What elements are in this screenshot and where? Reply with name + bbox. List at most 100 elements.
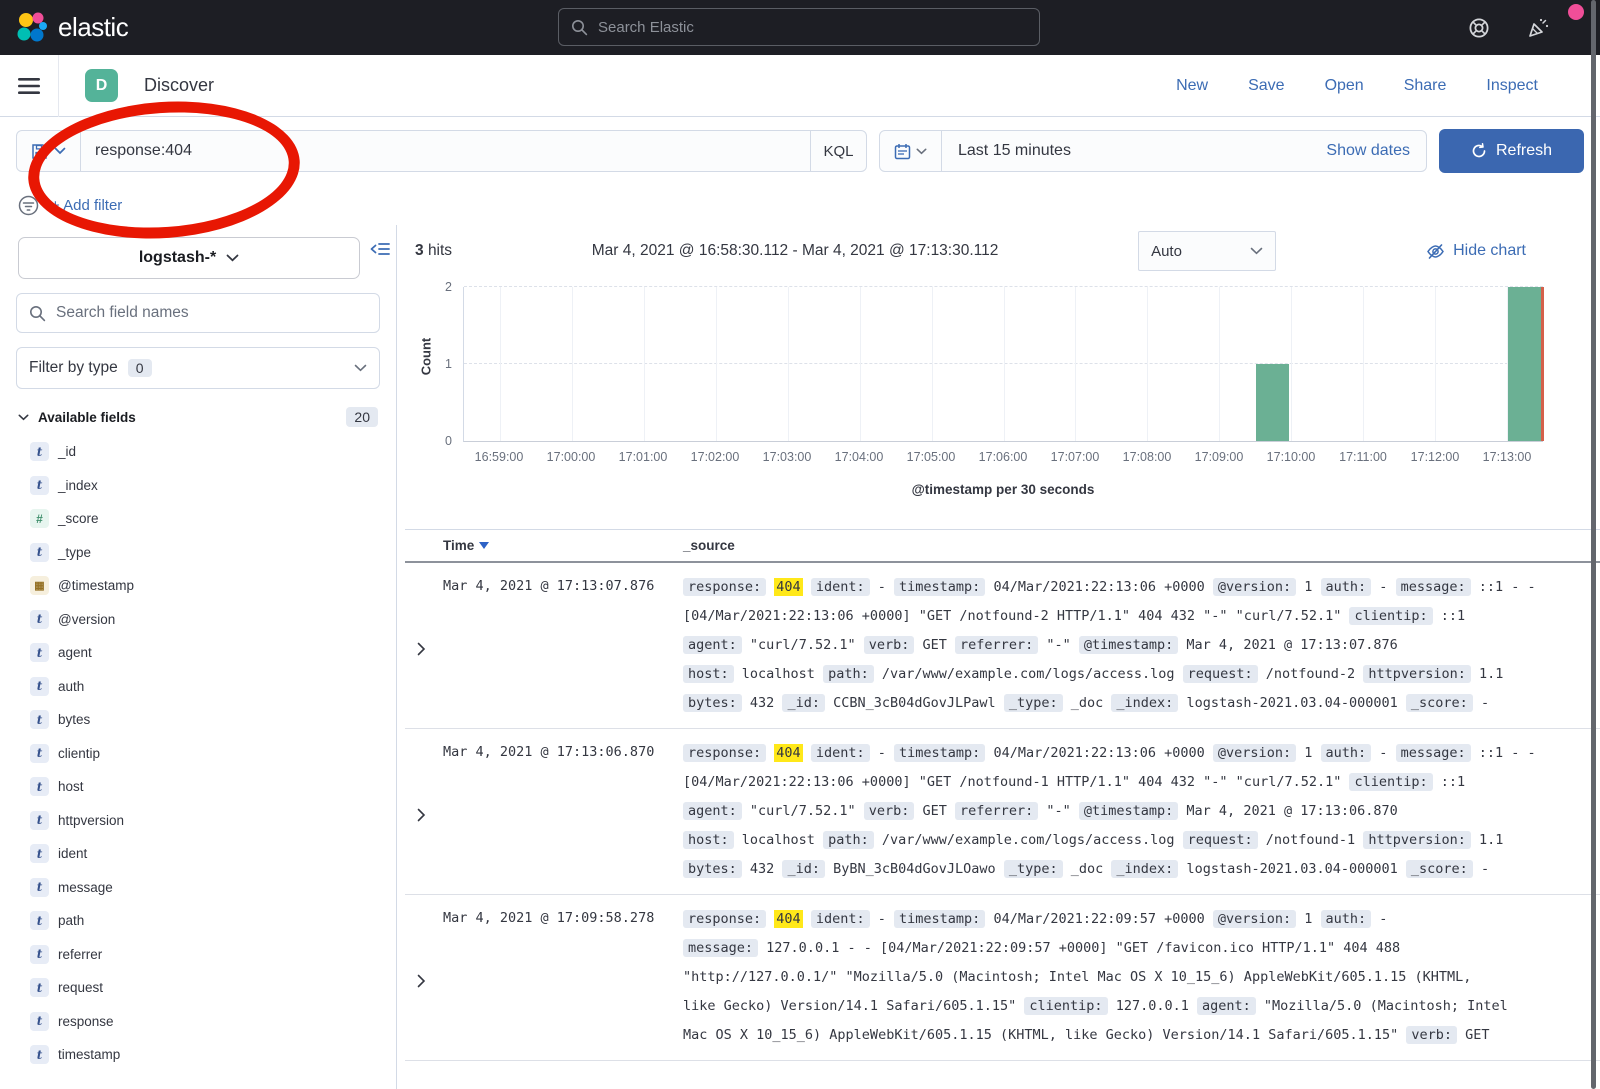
show-dates-button[interactable]: Show dates — [1326, 131, 1426, 171]
gridline — [1004, 287, 1005, 441]
field-name-pill: referrer: — [955, 802, 1038, 820]
hits-count: 3 hits — [415, 242, 452, 260]
refresh-button[interactable]: Refresh — [1439, 129, 1584, 173]
histogram-bar[interactable] — [1256, 364, 1289, 441]
notification-dot — [1568, 4, 1584, 20]
divider — [58, 55, 59, 117]
hide-chart-button[interactable]: Hide chart — [1426, 242, 1526, 260]
gridline — [1435, 287, 1436, 441]
y-axis-title: Count — [418, 338, 433, 376]
fields-sidebar: logstash-* Search field names Filter by … — [0, 225, 397, 1089]
interval-select[interactable]: Auto — [1138, 231, 1276, 271]
x-axis-tick: 17:07:00 — [1051, 450, 1100, 464]
field-name: message — [58, 880, 113, 895]
field-name-pill: @timestamp: — [1079, 802, 1178, 820]
new-button[interactable]: New — [1176, 77, 1208, 95]
field-name-pill: ident: — [811, 744, 870, 762]
collapse-sidebar-icon[interactable] — [370, 241, 390, 257]
field-value: GET — [923, 637, 947, 653]
field-name-pill: httpversion: — [1363, 665, 1471, 683]
gridline — [716, 287, 717, 441]
field-name-pill: request: — [1183, 665, 1258, 683]
chevron-down-icon — [18, 414, 29, 421]
filter-by-type-dropdown[interactable]: Filter by type 0 — [16, 347, 380, 389]
global-search-input[interactable]: Search Elastic — [558, 8, 1040, 46]
share-button[interactable]: Share — [1404, 77, 1447, 95]
x-axis-tick: 17:05:00 — [907, 450, 956, 464]
save-button[interactable]: Save — [1248, 77, 1284, 95]
gridline — [644, 287, 645, 441]
menu-icon[interactable] — [16, 76, 42, 96]
field-value: ByBN_3cB04dGovJLOawo — [833, 861, 996, 877]
field-list-item[interactable]: t referrer — [16, 938, 380, 972]
time-range-value[interactable]: Last 15 minutes — [942, 131, 1326, 171]
expand-row-button[interactable] — [417, 739, 443, 884]
header-action-icons — [1468, 16, 1584, 40]
query-input[interactable]: response:404 — [81, 131, 810, 171]
available-fields-header[interactable]: Available fields 20 — [16, 403, 380, 435]
date-quick-menu-button[interactable] — [880, 131, 942, 171]
expand-row-button[interactable] — [417, 573, 443, 718]
field-list-item[interactable]: t @version — [16, 603, 380, 637]
gridline — [1291, 287, 1292, 441]
field-type-icon: t — [30, 610, 49, 629]
field-name-pill: ident: — [811, 578, 870, 596]
field-list-item[interactable]: t auth — [16, 670, 380, 704]
field-type-icon: t — [30, 844, 49, 863]
field-value: - — [1379, 745, 1387, 761]
field-value: 432 — [750, 861, 774, 877]
field-list-item[interactable]: t _id — [16, 435, 380, 469]
filter-icon[interactable] — [18, 195, 39, 216]
expand-row-button[interactable] — [417, 905, 443, 1050]
help-icon[interactable] — [1468, 17, 1490, 39]
field-list-item[interactable]: t httpversion — [16, 804, 380, 838]
field-value: "http://127.0.0.1/" "Mozilla/5.0 (Macint… — [683, 969, 1471, 985]
query-language-button[interactable]: KQL — [810, 131, 866, 171]
field-name: request — [58, 980, 103, 995]
field-list-item[interactable]: t _index — [16, 469, 380, 503]
field-list-item[interactable]: t bytes — [16, 703, 380, 737]
field-name-pill: _type: — [1004, 694, 1063, 712]
field-list-item[interactable]: t response — [16, 1005, 380, 1039]
field-list-item[interactable]: t path — [16, 904, 380, 938]
elastic-brand[interactable]: elastic — [16, 11, 128, 45]
index-pattern-switcher[interactable]: logstash-* — [18, 237, 360, 279]
histogram-bar[interactable] — [1508, 287, 1541, 441]
field-list-item[interactable]: # _score — [16, 502, 380, 536]
x-axis-tick: 16:59:00 — [475, 450, 524, 464]
field-search-input[interactable]: Search field names — [16, 293, 380, 333]
field-list-item[interactable]: t request — [16, 971, 380, 1005]
field-name-pill: response: — [683, 744, 766, 762]
time-column-header[interactable]: Time — [443, 538, 683, 553]
field-list-item[interactable]: t message — [16, 871, 380, 905]
field-name: _score — [58, 511, 99, 526]
saved-query-menu-button[interactable] — [17, 131, 81, 171]
page-scrollbar[interactable] — [1591, 0, 1596, 1089]
field-list-item[interactable]: t agent — [16, 636, 380, 670]
field-value: 04/Mar/2021:22:13:06 +0000 — [993, 579, 1204, 595]
field-type-icon: t — [30, 710, 49, 729]
add-filter-button[interactable]: + Add filter — [51, 197, 122, 214]
y-axis-tick: 2 — [445, 280, 452, 294]
field-type-icon: t — [30, 945, 49, 964]
open-button[interactable]: Open — [1325, 77, 1364, 95]
field-value: /notfound-1 — [1266, 832, 1355, 848]
field-list-item[interactable]: ▦ @timestamp — [16, 569, 380, 603]
source-column-header: _source — [683, 538, 735, 553]
field-list-item[interactable]: t ident — [16, 837, 380, 871]
field-value: 1 — [1304, 745, 1312, 761]
newsfeed-icon[interactable] — [1526, 16, 1550, 40]
field-name-pill: @timestamp: — [1079, 636, 1178, 654]
field-name: clientip — [58, 746, 100, 761]
field-value: GET — [1465, 1027, 1489, 1043]
field-list-item[interactable]: t timestamp — [16, 1038, 380, 1072]
refresh-label: Refresh — [1496, 142, 1552, 160]
field-list-item[interactable]: t host — [16, 770, 380, 804]
histogram-chart: Count 012 16:59:0017:00:0017:01:0017:02:… — [405, 277, 1600, 507]
inspect-button[interactable]: Inspect — [1486, 77, 1538, 95]
field-list-item[interactable]: t _type — [16, 536, 380, 570]
field-list-item[interactable]: t clientip — [16, 737, 380, 771]
field-type-icon: t — [30, 978, 49, 997]
main-panel: 3 hits Mar 4, 2021 @ 16:58:30.112 - Mar … — [397, 225, 1600, 1089]
field-value: "-" — [1046, 803, 1070, 819]
